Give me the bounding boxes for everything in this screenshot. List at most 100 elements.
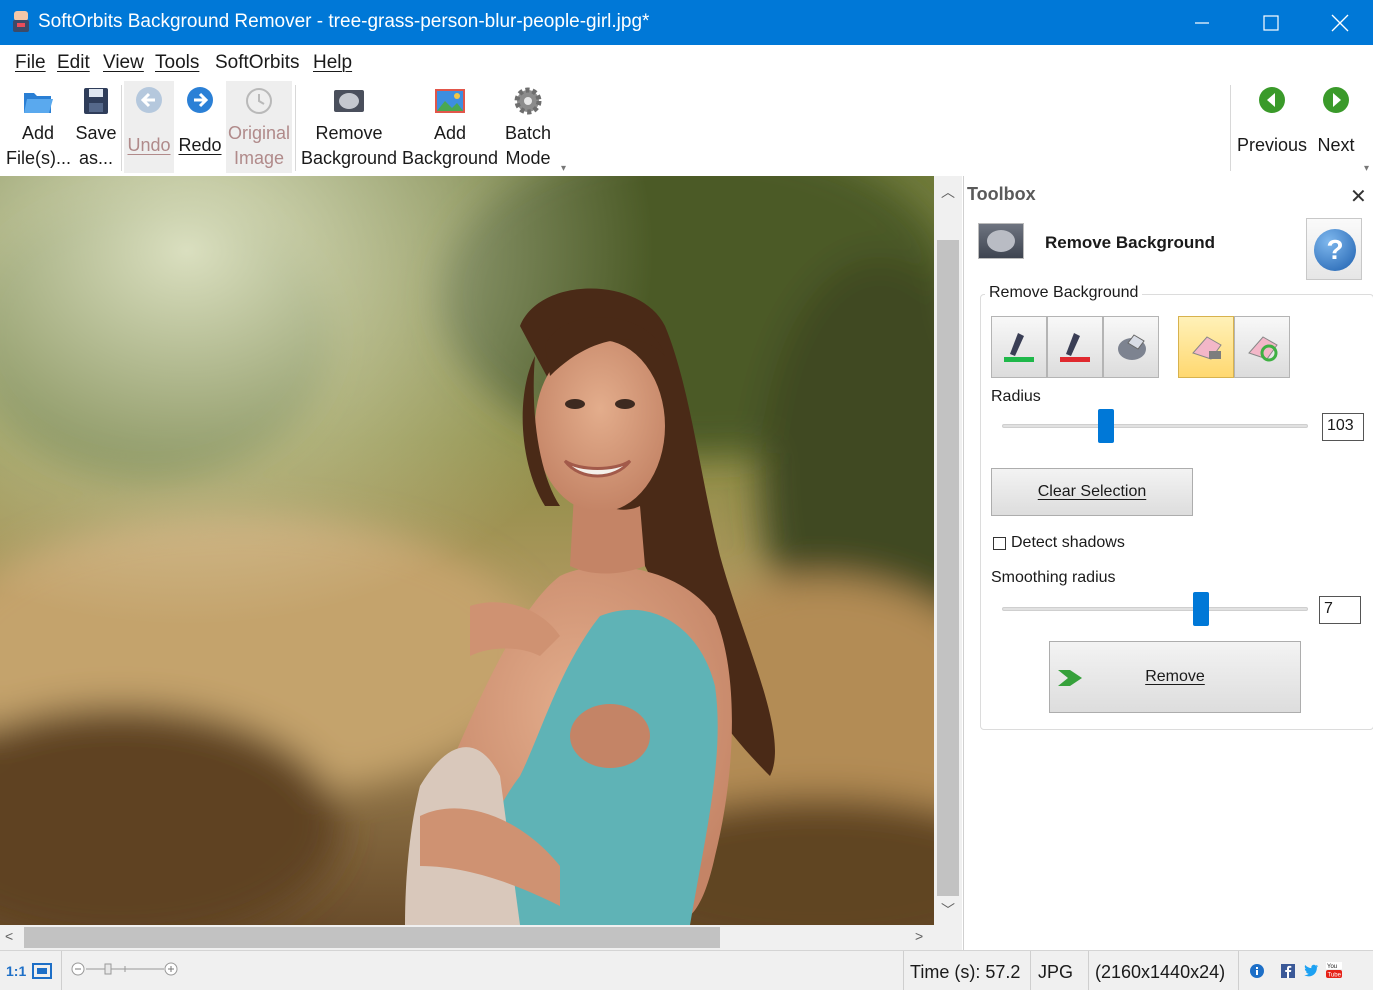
toolbox-title: Toolbox <box>967 184 1036 204</box>
remove-marker-tool[interactable] <box>1047 316 1103 378</box>
batch-mode-button[interactable]: Batch Mode <box>501 81 555 173</box>
batch-mode-label-1: Batch <box>504 123 552 143</box>
close-icon <box>1331 14 1349 31</box>
remove-background-label-2: Background <box>300 148 398 168</box>
maximize-button[interactable] <box>1236 0 1306 45</box>
redo-label: Redo <box>178 135 222 155</box>
add-files-label-2: File(s)... <box>6 148 71 168</box>
toolbar-overflow-chevron-icon[interactable]: ▾ <box>1364 163 1369 174</box>
menu-softorbits[interactable]: SoftOrbits <box>215 52 299 74</box>
radius-slider-thumb[interactable] <box>1098 409 1115 443</box>
zoom-control <box>61 951 186 990</box>
smoothing-radius-label: Smoothing radius <box>991 569 1116 586</box>
window-title: SoftOrbits Background Remover - tree-gra… <box>38 11 650 32</box>
scroll-up-icon[interactable]: ︿ <box>941 182 955 202</box>
remove-background-label-1: Remove <box>315 123 383 143</box>
menu-edit[interactable]: Edit <box>57 52 90 74</box>
save-icon <box>84 88 108 114</box>
original-image-button[interactable]: Original Image <box>226 81 292 173</box>
horizontal-scroll-thumb[interactable] <box>24 927 720 948</box>
eraser-lasso-icon <box>1118 334 1146 360</box>
next-button[interactable]: Next <box>1313 81 1359 173</box>
youtube-icon[interactable]: You Tube <box>1325 961 1343 979</box>
menu-tools[interactable]: Tools <box>155 52 199 74</box>
vertical-scrollbar[interactable]: ︿ ﹀ <box>934 176 962 925</box>
smoothing-slider-track[interactable] <box>1002 607 1308 611</box>
remove-button-label: Remove <box>1145 668 1205 685</box>
remove-background-button[interactable]: Remove Background <box>300 81 398 173</box>
save-as-button[interactable]: Save as... <box>74 81 118 173</box>
status-bar: 1:1 Time (s): 57.2 JPG (2160x1440x24) Yo… <box>0 950 1373 990</box>
previous-arrow-icon <box>1259 87 1285 113</box>
original-image-label-1: Original <box>227 123 291 143</box>
scroll-right-icon[interactable]: > <box>915 928 923 944</box>
clock-icon <box>246 88 272 114</box>
toolbar-separator <box>1230 85 1231 171</box>
gear-icon <box>514 87 542 115</box>
eraser-icon <box>1192 336 1222 360</box>
maximize-icon <box>1263 14 1279 31</box>
fit-to-screen-icon[interactable] <box>31 962 53 980</box>
smoothing-value-input[interactable]: 7 <box>1319 596 1361 624</box>
format-cell: JPG <box>1030 951 1088 990</box>
info-icon[interactable] <box>1250 964 1264 978</box>
add-background-label-1: Add <box>433 123 467 143</box>
previous-label: Previous <box>1236 135 1308 155</box>
vertical-scroll-thumb[interactable] <box>937 240 959 896</box>
batch-mode-label-2: Mode <box>505 148 551 168</box>
add-background-button[interactable]: Add Background <box>401 81 499 173</box>
open-folder-icon <box>24 93 53 113</box>
svg-text:Tube: Tube <box>1328 973 1342 979</box>
red-marker-icon <box>1060 333 1090 362</box>
minimize-button[interactable] <box>1167 0 1237 45</box>
previous-button[interactable]: Previous <box>1235 81 1309 173</box>
next-label: Next <box>1317 135 1355 155</box>
zoom-slider[interactable] <box>70 960 180 978</box>
remove-background-icon <box>978 223 1024 259</box>
lasso-eraser-tool[interactable] <box>1103 316 1159 378</box>
scroll-down-icon[interactable]: ﹀ <box>941 900 955 920</box>
undo-button[interactable]: Undo <box>124 81 174 173</box>
menu-file[interactable]: File <box>15 52 46 74</box>
radius-value-input[interactable]: 103 <box>1322 413 1364 441</box>
toolbar-overflow-chevron-icon[interactable]: ▾ <box>561 163 566 174</box>
redo-button[interactable]: Redo <box>177 81 223 173</box>
green-marker-icon <box>1004 333 1034 362</box>
toolbox-panel: Toolbox ✕ Remove Background ? Remove Bac… <box>963 176 1373 950</box>
zoom-1to1-button[interactable]: 1:1 <box>6 963 26 979</box>
time-cell: Time (s): 57.2 <box>903 951 1030 990</box>
menu-help[interactable]: Help <box>313 52 352 74</box>
next-arrow-icon <box>1323 87 1349 113</box>
twitter-icon[interactable] <box>1303 964 1319 978</box>
smoothing-slider-thumb[interactable] <box>1192 592 1209 626</box>
original-image-label-2: Image <box>233 148 285 168</box>
dimensions-text: (2160x1440x24) <box>1095 962 1226 982</box>
landscape-image-icon <box>435 89 465 113</box>
image-canvas[interactable] <box>0 176 934 925</box>
save-as-label-2: as... <box>78 148 113 168</box>
undo-label: Undo <box>127 135 171 155</box>
save-as-label-1: Save <box>75 123 117 143</box>
remove-button[interactable]: Remove <box>1049 641 1301 713</box>
horizontal-scrollbar[interactable]: < > <box>0 925 934 950</box>
keep-marker-tool[interactable] <box>991 316 1047 378</box>
add-files-label-1: Add <box>21 123 55 143</box>
close-button[interactable] <box>1305 0 1373 45</box>
dimensions-cell: (2160x1440x24) <box>1088 951 1238 990</box>
format-text: JPG <box>1038 962 1074 982</box>
menu-view[interactable]: View <box>103 52 144 74</box>
app-window: SoftOrbits Background Remover - tree-gra… <box>0 0 1373 990</box>
restore-eraser-tool[interactable] <box>1234 316 1290 378</box>
eraser-tool[interactable] <box>1178 316 1234 378</box>
close-icon[interactable]: ✕ <box>1350 184 1367 209</box>
clear-selection-button[interactable]: Clear Selection <box>991 468 1193 516</box>
add-files-button[interactable]: Add File(s)... <box>6 81 71 173</box>
facebook-icon[interactable] <box>1281 964 1295 978</box>
app-icon <box>13 11 29 32</box>
help-button[interactable]: ? <box>1306 218 1362 280</box>
scroll-left-icon[interactable]: < <box>5 928 13 944</box>
svg-text:You: You <box>1327 964 1337 970</box>
detect-shadows-checkbox[interactable] <box>993 537 1006 550</box>
undo-arrow-icon <box>136 87 162 113</box>
radius-slider-track[interactable] <box>1002 424 1308 428</box>
